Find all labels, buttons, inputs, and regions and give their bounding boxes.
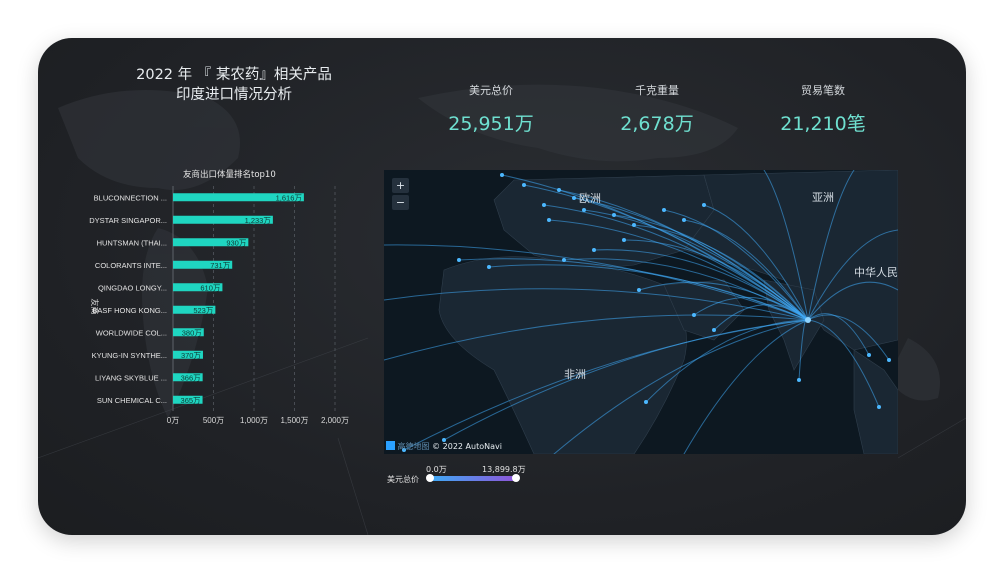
x-tick-label: 500万 [203, 416, 224, 425]
dashboard-panel: 2022 年 『 某农药』相关产品 印度进口情况分析 美元总价 25,951万 … [38, 38, 966, 535]
kpi-usd-total-value: 25,951万 [448, 113, 534, 135]
map-zoom-out-button[interactable]: − [392, 195, 409, 210]
origin-point [797, 378, 801, 382]
bar-value-label: 1,616万 [276, 193, 303, 202]
map-attribution-text: © 2022 AutoNavi [432, 442, 502, 451]
legend-label: 美元总价 [387, 475, 419, 484]
origin-point [632, 223, 636, 227]
origin-point [457, 258, 461, 262]
map-logo-icon [386, 441, 395, 450]
bar-value-label: 1,233万 [245, 216, 272, 225]
origin-point [572, 196, 576, 200]
kpi-weight-label: 千克重量 [635, 84, 679, 97]
x-tick-label: 2,000万 [321, 416, 349, 425]
map-logo-text: 高德地图 [397, 442, 430, 451]
kpi-trade-count-value: 21,210笔 [780, 113, 866, 135]
legend-max-label: 13,899.8万 [482, 465, 526, 474]
legend-min-handle[interactable] [426, 474, 434, 482]
bar-value-label: 610万 [200, 283, 221, 292]
origin-point [867, 353, 871, 357]
origin-point [877, 405, 881, 409]
bar-value-label: 523万 [193, 306, 214, 315]
category-label: LIYANG SKYBLUE ... [95, 373, 167, 382]
kpi-trade-count-label: 贸易笔数 [801, 84, 845, 97]
category-label: HUNTSMAN (THAI... [97, 238, 167, 247]
india-hub-point [805, 317, 811, 323]
map-label-africa: 非洲 [564, 368, 586, 381]
x-tick-label: 1,000万 [240, 416, 268, 425]
origin-point [562, 258, 566, 262]
europe-landmass [493, 174, 715, 271]
x-tick-label: 0万 [167, 416, 179, 425]
kpi-weight-value: 2,678万 [620, 113, 694, 135]
category-label: BLUCONNECTION ... [94, 193, 167, 202]
bar-value-label: 380万 [182, 328, 203, 337]
legend-max-handle[interactable] [512, 474, 520, 482]
origin-point [547, 218, 551, 222]
bar-value-label: 370万 [181, 351, 202, 360]
category-label: QINGDAO LONGY... [98, 283, 167, 292]
legend-gradient-bar [431, 476, 517, 481]
origin-point [557, 188, 561, 192]
bar-value-label: 365万 [181, 396, 202, 405]
trade-flow-map[interactable]: 欧洲 亚洲 中华人民 非洲 + − 高德地图 © 2022 AutoNavi [384, 170, 898, 454]
map-canvas: 欧洲 亚洲 中华人民 非洲 [384, 170, 898, 454]
category-label: COLORANTS INTE... [95, 261, 167, 270]
page-title: 2022 年 『 某农药』相关产品 印度进口情况分析 [134, 65, 334, 105]
bar-value-label: 366万 [181, 373, 202, 382]
origin-point [637, 288, 641, 292]
origin-point [682, 218, 686, 222]
category-label: DYSTAR SINGAPOR... [89, 216, 167, 225]
map-label-europe: 欧洲 [579, 192, 601, 205]
origin-point [612, 213, 616, 217]
origin-point [692, 313, 696, 317]
bar-chart-title: 友商出口体量排名top10 [183, 170, 276, 180]
origin-point [662, 208, 666, 212]
map-label-china: 中华人民 [854, 265, 898, 279]
origin-point [712, 328, 716, 332]
bar-value-label: 930万 [226, 238, 247, 247]
africa-landmass [438, 256, 687, 454]
x-tick-label: 1,500万 [280, 416, 308, 425]
origin-point [522, 183, 526, 187]
page-title-line2: 印度进口情况分析 [176, 87, 292, 103]
category-label: WORLDWIDE COL... [96, 328, 167, 337]
origin-point [487, 265, 491, 269]
bar-value-label: 731万 [210, 261, 231, 270]
kpi-usd-total-label: 美元总价 [469, 84, 513, 97]
origin-point [592, 248, 596, 252]
page-title-line1: 2022 年 『 某农药』相关产品 [136, 67, 332, 83]
map-label-asia: 亚洲 [812, 192, 834, 204]
origin-point [582, 208, 586, 212]
origin-point [542, 203, 546, 207]
origin-point [622, 238, 626, 242]
map-zoom-in-button[interactable]: + [392, 178, 409, 193]
origin-point [702, 203, 706, 207]
category-label: BASF HONG KONG... [92, 306, 167, 315]
origin-point [500, 173, 504, 177]
category-label: SUN CHEMICAL C... [97, 396, 167, 405]
exporter-ranking-bar-chart: 0万 500万 1,000万 1,500万 2,000万友商BLUCONNECTION … [89, 186, 349, 425]
origin-point [887, 358, 891, 362]
map-attribution: 高德地图 © 2022 AutoNavi [386, 441, 502, 452]
category-label: KYUNG-IN SYNTHE... [92, 351, 167, 360]
sea-asia-landmass [853, 349, 898, 454]
origin-point [644, 400, 648, 404]
